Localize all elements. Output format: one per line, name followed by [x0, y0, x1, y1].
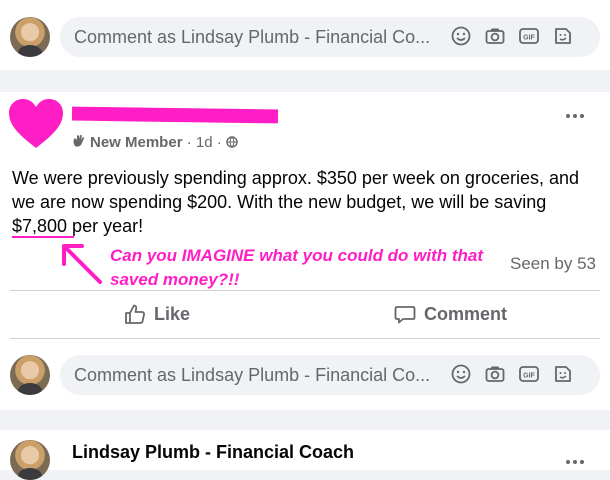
comment-placeholder: Comment as Lindsay Plumb - Financial Co.…	[74, 365, 431, 385]
post-text: We were previously spending approx. $350…	[12, 168, 579, 236]
avatar[interactable]	[10, 440, 50, 480]
annotation-text: Can you IMAGINE what you could do with t…	[110, 246, 484, 289]
member-badge: New Member	[90, 134, 183, 151]
author-name[interactable]: Lindsay Plumb - Financial Coach	[72, 442, 354, 463]
seen-count[interactable]: Seen by 53	[510, 254, 596, 274]
comment-placeholder: Comment as Lindsay Plumb - Financial Co.…	[74, 27, 431, 47]
heart-icon	[9, 99, 63, 148]
gif-icon[interactable]: GIF	[518, 363, 540, 385]
camera-icon[interactable]	[484, 25, 506, 47]
next-post-card: Lindsay Plumb - Financial Coach	[0, 430, 610, 480]
emoji-icon[interactable]	[450, 363, 472, 385]
gif-icon[interactable]: GIF	[518, 25, 540, 47]
like-icon	[125, 304, 145, 324]
more-icon[interactable]	[566, 460, 584, 464]
wave-icon	[73, 134, 85, 147]
post-card: New Member · 1d · We were previously spe…	[0, 92, 610, 410]
author-name-redaction	[71, 106, 279, 124]
comment-row: Comment as Lindsay Plumb - Financial Co.…	[0, 12, 610, 62]
divider	[10, 338, 600, 339]
top-comment-card: Comment as Lindsay Plumb - Financial Co.…	[0, 0, 610, 70]
globe-icon	[226, 136, 238, 148]
comment-icon	[394, 306, 416, 324]
svg-text:GIF: GIF	[523, 373, 535, 380]
comment-button[interactable]: Comment	[394, 292, 507, 336]
avatar[interactable]	[10, 17, 50, 57]
comment-row: Comment as Lindsay Plumb - Financial Co.…	[0, 350, 610, 400]
more-icon[interactable]	[566, 114, 584, 118]
post-time[interactable]: 1d	[196, 134, 213, 151]
like-label: Like	[154, 303, 191, 324]
divider	[10, 290, 600, 291]
comment-input[interactable]: Comment as Lindsay Plumb - Financial Co.…	[60, 17, 600, 57]
svg-text:GIF: GIF	[523, 35, 535, 42]
amount-underline	[12, 236, 74, 238]
sticker-icon[interactable]	[552, 363, 574, 385]
avatar[interactable]	[10, 355, 50, 395]
comment-input[interactable]: Comment as Lindsay Plumb - Financial Co.…	[60, 355, 600, 395]
camera-icon[interactable]	[484, 363, 506, 385]
emoji-icon[interactable]	[450, 25, 472, 47]
comment-icons: GIF	[450, 25, 574, 47]
comment-label: Comment	[424, 303, 508, 324]
post-meta: New Member · 1d ·	[72, 134, 238, 151]
arrow-icon	[62, 244, 102, 284]
like-button[interactable]: Like	[124, 292, 190, 336]
sticker-icon[interactable]	[552, 25, 574, 47]
comment-icons: GIF	[450, 363, 574, 385]
